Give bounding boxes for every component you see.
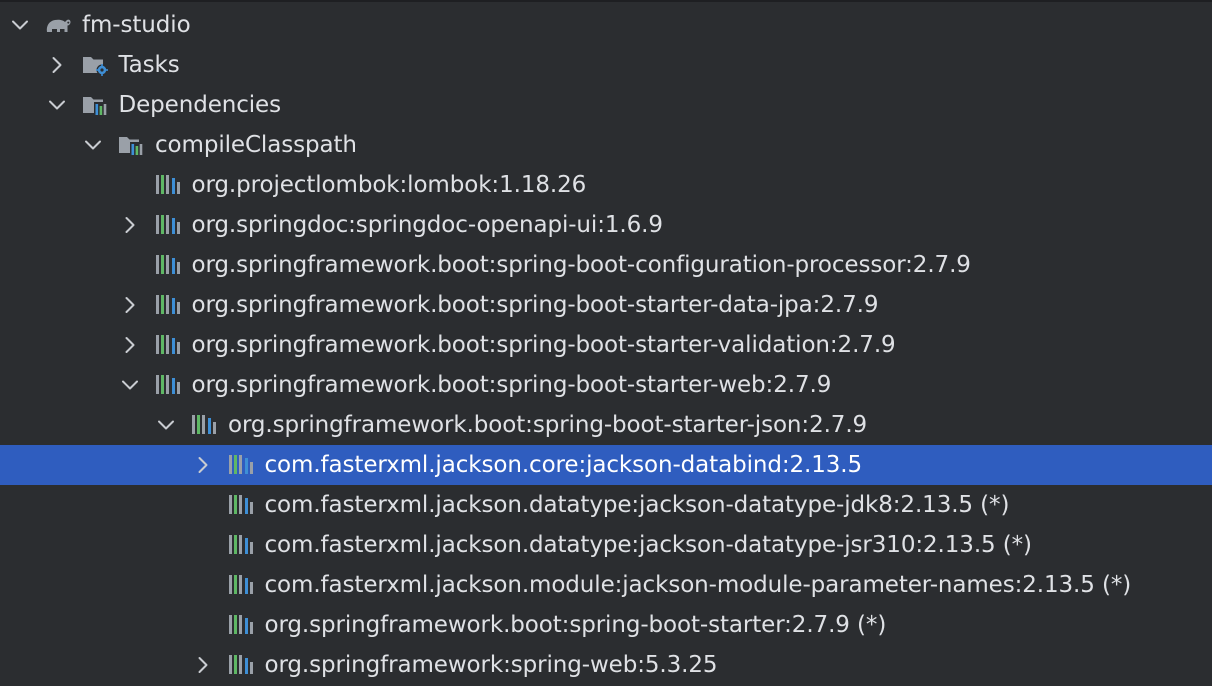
tree-row-label: org.projectlombok:lombok:1.18.26 [191,172,587,198]
tree-row-org-springframework-boot-8[interactable]: org.springframework.boot:spring-boot-sta… [0,325,1212,365]
gradle-elephant-icon [44,13,74,37]
library-icon [190,413,220,437]
library-icon [154,333,184,357]
tree-row-com-fasterxml-jackson-core-11[interactable]: com.fasterxml.jackson.core:jackson-datab… [0,445,1212,485]
chevron-right-icon[interactable] [46,54,68,76]
tree-row-com-fasterxml-jackson-module-14[interactable]: com.fasterxml.jackson.module:jackson-mod… [0,565,1212,605]
tree-row-com-fasterxml-jackson-datatype-12[interactable]: com.fasterxml.jackson.datatype:jackson-d… [0,485,1212,525]
chevron-down-icon[interactable] [119,374,141,396]
tree-row-label: org.springframework.boot:spring-boot-con… [191,252,971,278]
chevron-right-icon[interactable] [119,334,141,356]
tasks-folder-icon [81,53,111,77]
library-icon [227,613,257,637]
tree-row-fm-studio-0[interactable]: fm-studio [0,5,1212,45]
chevron-down-icon[interactable] [155,414,177,436]
tree-row-label: com.fasterxml.jackson.datatype:jackson-d… [264,492,1010,518]
tree-row-org-springframework-boot-10[interactable]: org.springframework.boot:spring-boot-sta… [0,405,1212,445]
chevron-right-icon[interactable] [192,454,214,476]
tree-row-label: Dependencies [118,92,282,118]
tree-row-org-springframework-boot-6[interactable]: org.springframework.boot:spring-boot-con… [0,245,1212,285]
classpath-folder-icon [117,133,147,157]
chevron-right-icon[interactable] [119,294,141,316]
library-icon [227,453,257,477]
tree-row-dependencies-2[interactable]: Dependencies [0,85,1212,125]
tree-row-label: org.springframework.boot:spring-boot-sta… [264,612,887,638]
library-icon [227,653,257,677]
library-icon [227,493,257,517]
tree-row-org-projectlombok-4[interactable]: org.projectlombok:lombok:1.18.26 [0,165,1212,205]
library-icon [154,173,184,197]
tree-row-label: org.springframework.boot:spring-boot-sta… [228,412,868,438]
tree-row-label: com.fasterxml.jackson.datatype:jackson-d… [264,532,1033,558]
tree-row-label: org.springframework.boot:spring-boot-sta… [191,372,832,398]
chevron-down-icon[interactable] [82,134,104,156]
library-icon [154,373,184,397]
tree-row-label: org.springframework.boot:spring-boot-sta… [191,332,896,358]
library-icon [154,213,184,237]
tree-row-tasks-1[interactable]: Tasks [0,45,1212,85]
tree-row-org-springframework-16[interactable]: org.springframework:spring-web:5.3.25 [0,645,1212,685]
chevron-down-icon[interactable] [9,14,31,36]
dependencies-folder-icon [81,93,111,117]
chevron-down-icon[interactable] [46,94,68,116]
library-icon [154,253,184,277]
tree-row-label: org.springframework.boot:spring-boot-sta… [191,292,879,318]
tree-row-compileclasspath-3[interactable]: compileClasspath [0,125,1212,165]
library-icon [154,293,184,317]
tree-row-label: fm-studio [82,12,191,38]
tree-row-org-springframework-boot-7[interactable]: org.springframework.boot:spring-boot-sta… [0,285,1212,325]
tree-row-org-springframework-boot-15[interactable]: org.springframework.boot:spring-boot-sta… [0,605,1212,645]
tree-row-label: compileClasspath [155,132,357,158]
tree-row-org-springframework-boot-9[interactable]: org.springframework.boot:spring-boot-sta… [0,365,1212,405]
tree-row-label: org.springdoc:springdoc-openapi-ui:1.6.9 [191,212,663,238]
chevron-right-icon[interactable] [119,214,141,236]
tree-row-label: org.springframework:spring-web:5.3.25 [264,652,718,678]
tree-row-label: com.fasterxml.jackson.module:jackson-mod… [264,572,1132,598]
library-icon [227,533,257,557]
tree-row-com-fasterxml-jackson-datatype-13[interactable]: com.fasterxml.jackson.datatype:jackson-d… [0,525,1212,565]
tree-row-label: Tasks [118,52,180,78]
tree-row-org-springdoc-5[interactable]: org.springdoc:springdoc-openapi-ui:1.6.9 [0,205,1212,245]
gradle-tool-window-tree: fm-studio Tasks Dependencies compileClasspa… [0,0,1212,686]
library-icon [227,573,257,597]
chevron-right-icon[interactable] [192,654,214,676]
tree-row-label: com.fasterxml.jackson.core:jackson-datab… [264,452,863,478]
